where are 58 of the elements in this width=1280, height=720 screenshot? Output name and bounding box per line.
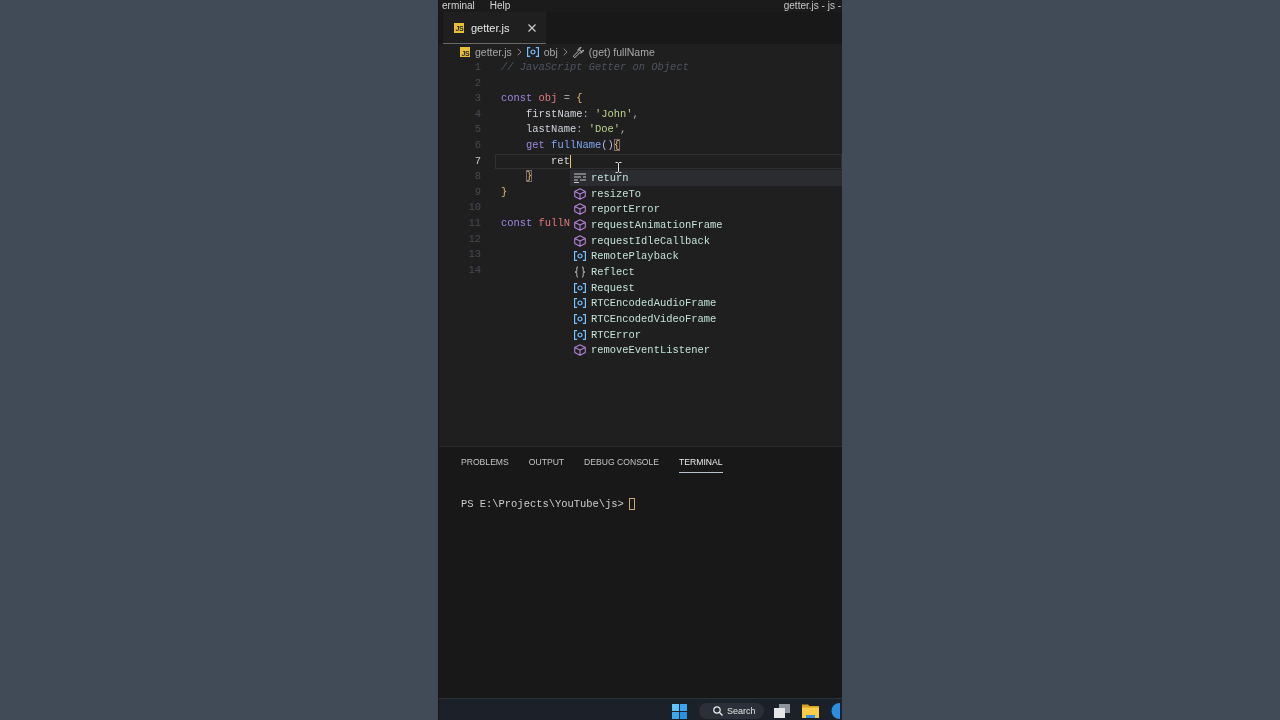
cube-icon: [574, 218, 586, 231]
start-icon[interactable]: [672, 704, 687, 719]
suggestion-item[interactable]: removeEventListener: [570, 342, 842, 359]
braces-icon: [574, 265, 586, 278]
terminal-line: PS E:\Projects\YouTube\js>: [461, 497, 624, 510]
app-icon[interactable]: [831, 703, 840, 719]
suggestion-item[interactable]: RTCEncodedVideoFrame: [570, 311, 842, 327]
code-line: firstName: 'John',: [526, 106, 639, 122]
tab-close-button[interactable]: [525, 21, 538, 34]
suggestion-item[interactable]: Reflect: [570, 264, 842, 280]
cube-icon: [574, 234, 586, 247]
search-icon: [713, 706, 723, 716]
ibeam-pointer-icon: [615, 162, 622, 173]
menu-item[interactable]: erminal: [442, 0, 475, 12]
variable-icon: [526, 47, 539, 57]
breadcrumb-item[interactable]: (get) fullName: [572, 46, 655, 58]
search-button[interactable]: Search: [699, 703, 764, 719]
code-line: get fullName(){: [526, 137, 621, 153]
suggestion-item[interactable]: requestIdleCallback: [570, 232, 842, 249]
cube-icon: [574, 203, 586, 216]
code-line: }: [526, 169, 533, 185]
panel-tab[interactable]: OUTPUT: [528, 457, 565, 473]
window-title: getter.js - js -: [783, 0, 842, 12]
suggestion-item[interactable]: resizeTo: [570, 185, 842, 202]
chevron-icon: [562, 48, 568, 56]
cube-icon: [574, 344, 586, 357]
variable-icon: [574, 298, 586, 309]
suggestion-item[interactable]: RTCEncodedAudioFrame: [570, 295, 842, 312]
suggestion-item[interactable]: reportError: [570, 201, 842, 218]
code-line: ret: [551, 153, 570, 169]
suggestion-item[interactable]: requestAnimationFrame: [570, 217, 842, 233]
code-line: const fullN: [501, 215, 570, 231]
variable-icon: [574, 251, 586, 262]
task-view-icon[interactable]: [774, 704, 790, 718]
wrench-icon: [572, 46, 584, 58]
code-line: }: [501, 184, 508, 200]
code-line: lastName: 'Doe',: [526, 122, 627, 138]
code-line: const obj = {: [501, 91, 583, 107]
variable-icon: [574, 282, 586, 293]
chevron-icon: [516, 48, 522, 56]
line-number: 7: [473, 153, 481, 169]
menu-item[interactable]: Help: [489, 0, 511, 12]
breadcrumb-item[interactable]: obj: [526, 46, 558, 58]
panel-tab[interactable]: TERMINAL: [679, 457, 723, 473]
cube-icon: [574, 187, 586, 200]
suggestion-item[interactable]: RTCError: [570, 326, 842, 343]
panel-tab[interactable]: DEBUG CONSOLE: [584, 457, 660, 473]
suggestion-item[interactable]: RemotePlayback: [570, 248, 842, 265]
suggestion-item[interactable]: return: [570, 170, 842, 186]
text-cursor-icon: [569, 154, 572, 168]
code-line: // JavaScript Getter on Object: [501, 60, 689, 75]
folder-icon[interactable]: [802, 703, 819, 718]
suggestion-item[interactable]: Request: [570, 279, 842, 296]
panel-tab[interactable]: PROBLEMS: [461, 457, 509, 473]
variable-icon: [574, 314, 586, 325]
keyword-icon: [574, 172, 586, 183]
close-icon: [527, 23, 536, 32]
variable-icon: [574, 329, 586, 340]
